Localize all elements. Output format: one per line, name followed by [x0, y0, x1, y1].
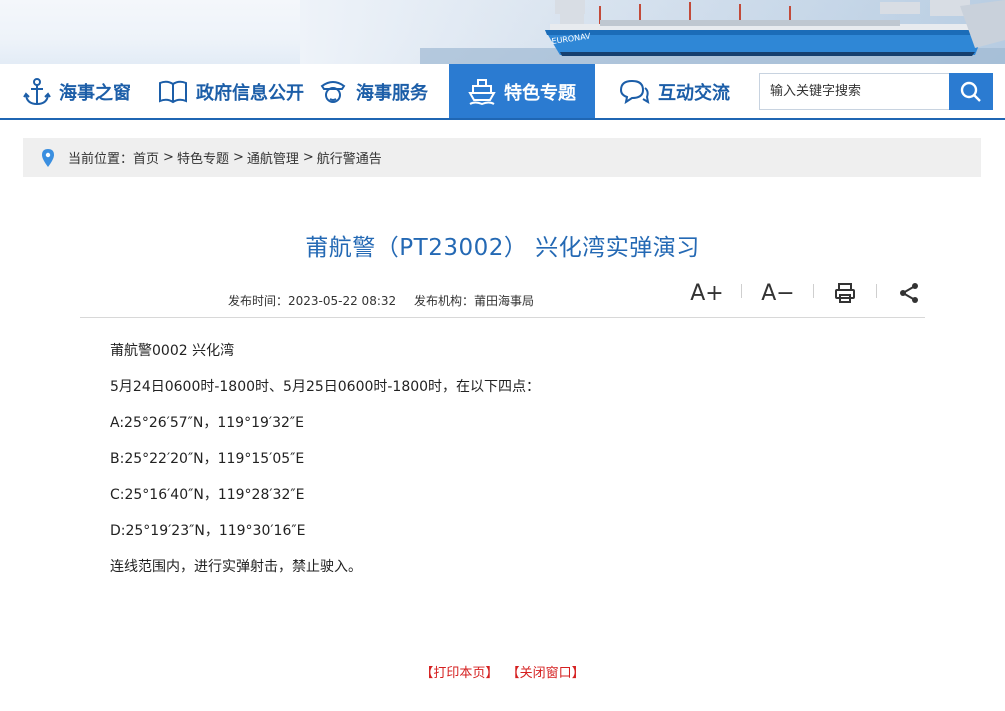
share-button[interactable] [896, 280, 922, 306]
officer-icon [318, 77, 348, 107]
nav-item-label: 政府信息公开 [196, 82, 304, 104]
breadcrumb-home[interactable]: 首页 [133, 148, 159, 167]
tool-divider [741, 284, 742, 298]
printer-icon [834, 282, 856, 304]
article-paragraph: B:25°22′20″N，119°15′05″E [110, 451, 305, 467]
nav-item-services[interactable]: 海事服务 [318, 64, 438, 119]
breadcrumb-separator: > [232, 150, 244, 165]
chat-icon [618, 78, 650, 106]
ship-icon [468, 78, 496, 106]
search-button[interactable] [949, 73, 993, 110]
anchor-icon [23, 77, 51, 107]
article-paragraph: C:25°16′40″N，119°28′32″E [110, 487, 305, 503]
print-page-link[interactable]: 【打印本页】 [420, 666, 498, 681]
breadcrumb: 当前位置： 首页 > 特色专题 > 通航管理 > 航行警通告 [23, 138, 981, 177]
article-paragraph: 5月24日0600时-1800时、5月25日0600时-1800时，在以下四点： [110, 379, 541, 395]
nav-item-label: 海事之窗 [59, 82, 131, 104]
article-meta: 发布时间：2023-05-22 08:32 发布机构：莆田海事局 [228, 292, 534, 309]
header-banner: EURONAV [0, 0, 1005, 64]
nav-item-label: 海事服务 [356, 82, 428, 104]
search-icon [960, 81, 982, 103]
font-increase-label: A+ [690, 280, 724, 306]
publish-time: 发布时间：2023-05-22 08:32 [228, 294, 397, 308]
breadcrumb-navigation-warnings[interactable]: 航行警通告 [317, 148, 382, 167]
search-input[interactable] [759, 73, 949, 110]
close-window-link[interactable]: 【关闭窗口】 [507, 666, 585, 681]
nav-item-window[interactable]: 海事之窗 [23, 64, 143, 119]
breadcrumb-prefix: 当前位置： [68, 152, 134, 167]
nav-item-label: 特色专题 [504, 82, 576, 104]
location-pin-icon [42, 148, 54, 167]
nav-divider [0, 118, 1005, 120]
tool-divider [876, 284, 877, 298]
article-paragraph: A:25°26′57″N，119°19′32″E [110, 415, 304, 431]
breadcrumb-navigation-management[interactable]: 通航管理 [247, 148, 299, 167]
nav-item-interaction[interactable]: 互动交流 [618, 64, 738, 119]
footer-actions: 【打印本页】 【关闭窗口】 [0, 662, 1005, 681]
breadcrumb-special-topics[interactable]: 特色专题 [177, 148, 229, 167]
nav-item-gov-info[interactable]: 政府信息公开 [158, 64, 308, 119]
book-icon [158, 79, 188, 105]
font-decrease-button[interactable]: A− [761, 280, 795, 306]
print-button[interactable] [832, 280, 858, 306]
nav-item-special-topics[interactable]: 特色专题 [449, 64, 595, 119]
article-paragraph: 连线范围内，进行实弹射击，禁止驶入。 [110, 559, 362, 575]
nav-item-label: 互动交流 [658, 82, 730, 104]
breadcrumb-separator: > [302, 150, 314, 165]
font-decrease-label: A− [761, 280, 795, 306]
publisher: 发布机构：莆田海事局 [413, 294, 534, 308]
tool-divider [813, 284, 814, 298]
share-icon [898, 282, 920, 304]
title-divider [80, 317, 925, 318]
article-title: 莆航警（PT23002） 兴化湾实弹演习 [305, 235, 700, 261]
font-increase-button[interactable]: A+ [690, 280, 724, 306]
article-paragraph: 莆航警0002 兴化湾 [110, 343, 235, 359]
article-paragraph: D:25°19′23″N，119°30′16″E [110, 523, 306, 539]
article-body: 莆航警0002 兴化湾 5月24日0600时-1800时、5月25日0600时-… [110, 341, 910, 593]
ship-banner-image: EURONAV [420, 0, 1005, 64]
breadcrumb-separator: > [163, 150, 174, 165]
